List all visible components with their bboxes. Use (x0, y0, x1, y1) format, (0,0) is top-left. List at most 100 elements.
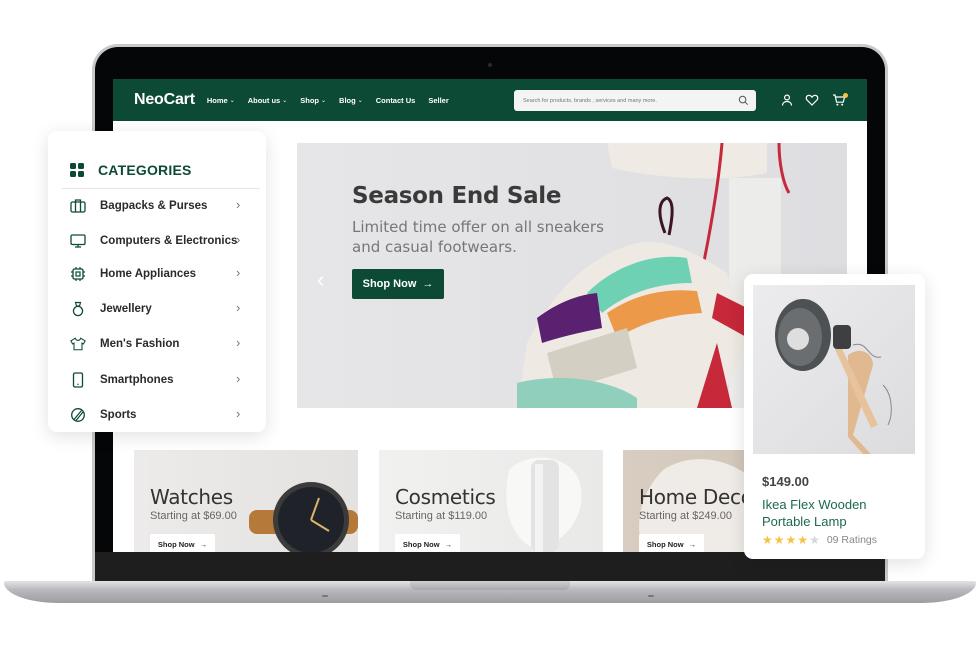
arrow-right-icon: → (422, 278, 434, 290)
category-item-computers[interactable]: Computers & Electronics › (70, 230, 250, 252)
chevron-right-icon: › (236, 300, 241, 315)
cosmetics-image (506, 457, 582, 552)
product-image (753, 285, 915, 454)
chevron-right-icon: › (236, 371, 241, 386)
category-item-bagpacks[interactable]: Bagpacks & Purses › (70, 195, 250, 217)
monitor-icon (70, 234, 86, 248)
menu-item-label: Home (206, 95, 228, 105)
promo-subtitle: Starting at $249.00 (639, 510, 732, 522)
camera (488, 63, 492, 67)
chevron-right-icon: › (236, 406, 241, 421)
ratings-count: 09 Ratings (826, 534, 878, 546)
category-label: Men's Fashion (100, 338, 180, 350)
promo-title: Cosmetics (395, 485, 496, 509)
menu-item-label: About us (247, 95, 281, 105)
chevron-right-icon: › (236, 197, 241, 212)
arrow-right-icon: → (688, 539, 697, 549)
promo-shop-now-button[interactable]: Shop Now → (639, 534, 704, 552)
ring-icon (72, 301, 84, 317)
product-card[interactable]: $149.00 Ikea Flex Wooden Portable Lamp ★… (744, 274, 925, 559)
product-name[interactable]: Ikea Flex Wooden Portable Lamp (762, 496, 912, 530)
button-label: Shop Now (362, 278, 417, 290)
laptop-mockup: NeoCart Home ⌄ About us ⌄ Shop ⌄ Blog ⌄ Cont… (0, 0, 980, 660)
category-item-home-appliances[interactable]: Home Appliances › (70, 263, 250, 285)
briefcase-icon (70, 199, 86, 213)
promo-title: Watches (150, 485, 233, 509)
star-icon: ★ (809, 533, 820, 547)
search-icon[interactable] (738, 95, 749, 106)
categories-title: CATEGORIES (98, 162, 192, 178)
promo-subtitle: Starting at $69.00 (150, 510, 237, 522)
promo-subtitle: Starting at $119.00 (395, 510, 488, 522)
menu-item-home[interactable]: Home ⌄ (207, 96, 235, 105)
category-item-smartphones[interactable]: Smartphones › (70, 369, 250, 391)
category-label: Jewellery (100, 303, 152, 315)
carousel-prev-button[interactable]: ‹ (317, 267, 324, 293)
button-label: Shop Now (402, 539, 440, 549)
star-icon: ★ (762, 533, 773, 547)
star-icon: ★ (797, 533, 809, 547)
menu-item-blog[interactable]: Blog ⌄ (339, 96, 363, 105)
chevron-down-icon: ⌄ (357, 97, 363, 104)
category-item-mens-fashion[interactable]: Men's Fashion › (70, 333, 250, 355)
chevron-right-icon: › (236, 335, 241, 350)
main-menu: Home ⌄ About us ⌄ Shop ⌄ Blog ⌄ Contact Us S… (207, 96, 462, 105)
menu-item-label: Contact Us (375, 95, 416, 105)
tshirt-icon (70, 337, 86, 351)
arrow-right-icon: → (199, 539, 208, 549)
heart-icon[interactable] (805, 93, 819, 107)
menu-item-label: Seller (428, 95, 449, 105)
chevron-right-icon: › (236, 232, 241, 247)
divider (62, 188, 260, 189)
category-item-sports[interactable]: Sports › (70, 404, 250, 426)
laptop-foot (322, 595, 328, 597)
chevron-left-icon: ‹ (317, 267, 325, 292)
star-icon: ★ (773, 533, 785, 547)
laptop-notch (410, 581, 570, 590)
category-label: Home Appliances (100, 268, 197, 280)
category-item-jewellery[interactable]: Jewellery › (70, 298, 250, 320)
search-bar (514, 90, 756, 111)
product-price: $149.00 (762, 474, 809, 489)
category-label: Smartphones (100, 374, 174, 386)
laptop-foot (648, 595, 654, 597)
chevron-down-icon: ⌄ (229, 97, 235, 104)
menu-item-about[interactable]: About us ⌄ (248, 96, 288, 105)
menu-item-shop[interactable]: Shop ⌄ (300, 96, 326, 105)
star-icon: ★ (785, 533, 797, 547)
cart-badge (843, 93, 848, 98)
category-label: Sports (100, 409, 137, 421)
chevron-down-icon: ⌄ (282, 97, 288, 104)
shop-now-button[interactable]: Shop Now → (352, 269, 444, 299)
promo-shop-now-button[interactable]: Shop Now → (150, 534, 215, 552)
menu-item-seller[interactable]: Seller (428, 96, 448, 105)
promo-title: Home Decor (639, 485, 761, 509)
button-label: Shop Now (646, 539, 684, 549)
chevron-down-icon: ⌄ (321, 97, 327, 104)
hero-title: Season End Sale (352, 183, 562, 209)
menu-item-label: Blog (339, 95, 356, 105)
categories-header: CATEGORIES (70, 162, 192, 178)
categories-card: CATEGORIES Bagpacks & Purses › Computers… (48, 131, 266, 432)
watch-image (249, 482, 358, 552)
grid-icon (70, 163, 84, 177)
product-rating: ★ ★ ★ ★ ★ 09 Ratings (762, 534, 877, 546)
promo-card-watches[interactable]: Watches Starting at $69.00 Shop Now → (134, 450, 358, 552)
smartphone-icon (72, 372, 84, 388)
chip-icon (71, 267, 85, 281)
search-input[interactable] (514, 97, 724, 104)
hero-subtitle: Limited time offer on all sneakers and c… (352, 218, 604, 256)
arrow-right-icon: → (444, 539, 453, 549)
category-label: Computers & Electronics (100, 235, 238, 247)
menu-item-contact[interactable]: Contact Us (376, 96, 416, 105)
button-label: Shop Now (157, 539, 195, 549)
category-label: Bagpacks & Purses (100, 200, 208, 212)
chevron-right-icon: › (236, 265, 241, 280)
navbar: NeoCart Home ⌄ About us ⌄ Shop ⌄ Blog ⌄ Cont… (113, 79, 867, 121)
menu-item-label: Shop (300, 95, 319, 105)
promo-shop-now-button[interactable]: Shop Now → (395, 534, 460, 552)
user-icon[interactable] (780, 93, 794, 107)
logo[interactable]: NeoCart (134, 91, 195, 109)
ball-icon (71, 408, 85, 422)
promo-card-cosmetics[interactable]: Cosmetics Starting at $119.00 Shop Now → (379, 450, 603, 552)
